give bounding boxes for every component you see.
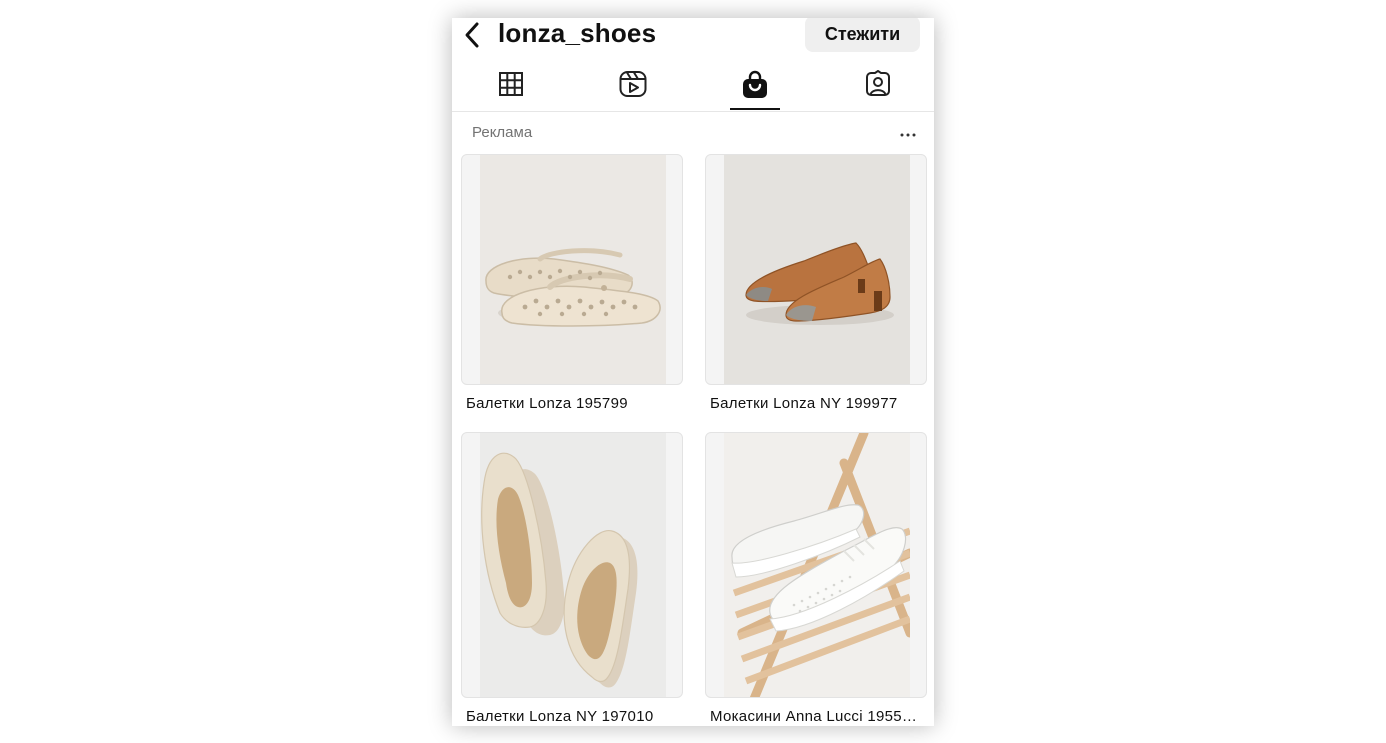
product-card[interactable]: Балетки Lonza NY 199977 (705, 154, 927, 414)
product-image (480, 433, 666, 697)
product-image (724, 155, 910, 384)
profile-header: lonza_shoes Стежити (452, 18, 934, 68)
sponsored-label: Реклама (472, 124, 533, 141)
follow-button[interactable]: Стежити (805, 18, 920, 52)
product-image (724, 433, 910, 697)
tab-posts-grid[interactable] (481, 68, 541, 110)
profile-shop-screen: lonza_shoes Стежити Реклама Балетки Lonz… (452, 18, 934, 726)
product-title: Балетки Lonza NY 197010 (466, 708, 654, 725)
profile-username: lonza_shoes (498, 18, 657, 48)
product-image-frame (461, 432, 683, 698)
profile-tabs (452, 68, 934, 112)
product-title: Балетки Lonza NY 199977 (710, 395, 898, 412)
tab-reels[interactable] (603, 68, 663, 110)
shopping-bag-icon (743, 70, 767, 98)
product-image-frame (705, 154, 927, 385)
tab-shop[interactable] (725, 68, 785, 110)
grid-icon (499, 72, 523, 96)
product-title: Мокасини Anna Lucci 1955… (710, 708, 918, 725)
product-card[interactable]: Балетки Lonza 195799 (461, 154, 683, 414)
product-card[interactable]: Мокасини Anna Lucci 1955… (705, 432, 927, 726)
back-button[interactable] (458, 20, 488, 50)
chevron-left-icon (465, 22, 479, 48)
product-card[interactable]: Балетки Lonza NY 197010 (461, 432, 683, 726)
more-options-button[interactable] (898, 128, 918, 142)
product-image (480, 155, 666, 384)
tagged-icon (866, 70, 890, 96)
product-title: Балетки Lonza 195799 (466, 395, 628, 412)
product-image-frame (705, 432, 927, 698)
tab-tagged[interactable] (848, 68, 908, 110)
more-horizontal-icon (900, 133, 916, 137)
reels-icon (619, 71, 647, 97)
product-image-frame (461, 154, 683, 385)
